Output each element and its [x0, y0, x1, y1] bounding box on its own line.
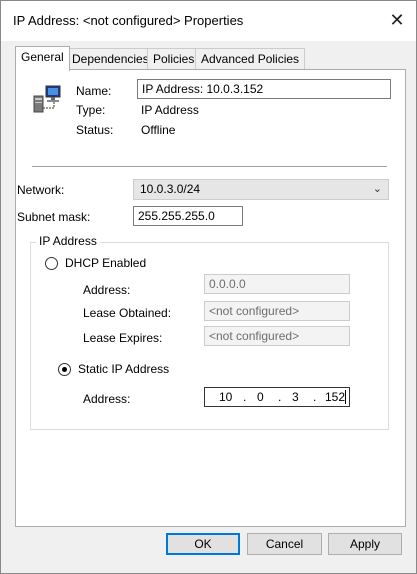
ip-dot-3: . [313, 390, 317, 404]
ok-button[interactable]: OK [166, 533, 240, 555]
ip-dot-1: . [243, 390, 247, 404]
window-title: IP Address: <not configured> Properties [13, 13, 244, 28]
static-ip-label[interactable]: Static IP Address [78, 362, 169, 376]
lease-expires-field: <not configured> [204, 326, 350, 346]
dhcp-address-field: 0.0.0.0 [204, 274, 350, 294]
lease-expires-label: Lease Expires: [83, 331, 163, 345]
static-ip-address-field[interactable]: 10 . 0 . 3 . 152 [204, 387, 350, 407]
separator [32, 166, 387, 167]
cancel-button[interactable]: Cancel [247, 533, 322, 555]
tab-policies[interactable]: Policies [147, 48, 201, 70]
tab-dependencies[interactable]: Dependencies [66, 48, 155, 70]
static-address-label: Address: [83, 392, 131, 406]
close-icon[interactable]: ✕ [386, 9, 408, 31]
tab-panel-general: Name: IP Address: 10.0.3.152 Type: IP Ad… [15, 69, 406, 527]
status-label: Status: [76, 123, 114, 137]
ip-octet-4[interactable]: 152 [325, 390, 345, 404]
lease-obtained-label: Lease Obtained: [83, 306, 172, 320]
status-value: Offline [141, 123, 176, 137]
ip-octet-1[interactable]: 10 [219, 390, 232, 404]
ip-dot-2: . [278, 390, 282, 404]
name-label: Name: [76, 84, 112, 98]
ip-octet-3[interactable]: 3 [292, 390, 299, 404]
cluster-resource-icon [33, 85, 61, 113]
ip-octet-2[interactable]: 0 [257, 390, 264, 404]
text-cursor [345, 390, 346, 404]
static-ip-radio[interactable] [58, 363, 71, 376]
network-dropdown[interactable]: 10.0.3.0/24 ⌄ [133, 179, 389, 200]
tab-strip: General Dependencies Policies Advanced P… [15, 46, 405, 71]
type-value: IP Address [141, 103, 199, 117]
properties-dialog: IP Address: <not configured> Properties … [0, 0, 417, 574]
tab-general[interactable]: General [15, 46, 70, 71]
lease-obtained-field: <not configured> [204, 301, 350, 321]
type-label: Type: [76, 103, 106, 117]
network-label: Network: [17, 183, 65, 197]
dhcp-radio[interactable] [45, 257, 58, 270]
apply-button[interactable]: Apply [328, 533, 402, 555]
dhcp-address-label: Address: [83, 283, 131, 297]
title-bar: IP Address: <not configured> Properties … [1, 1, 416, 41]
chevron-down-icon: ⌄ [372, 183, 382, 195]
subnet-mask-label: Subnet mask: [17, 210, 91, 224]
ip-address-group-title: IP Address [36, 234, 100, 248]
network-dropdown-value: 10.0.3.0/24 [140, 182, 201, 196]
name-field[interactable]: IP Address: 10.0.3.152 [137, 79, 391, 99]
dhcp-label[interactable]: DHCP Enabled [65, 256, 146, 270]
tab-advanced-policies[interactable]: Advanced Policies [195, 48, 306, 70]
subnet-mask-field[interactable]: 255.255.255.0 [133, 206, 243, 226]
